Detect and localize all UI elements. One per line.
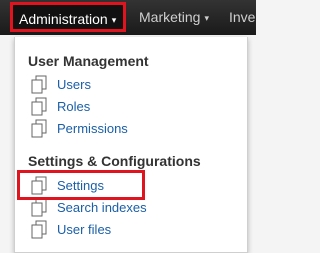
administration-dropdown-menu: User Management Users Roles Permissions … — [14, 37, 248, 253]
menu-link-label: Users — [57, 77, 91, 92]
menu-link-label: Search indexes — [57, 200, 147, 215]
nav-marketing-label: Marketing — [139, 9, 201, 25]
document-icon — [31, 119, 47, 138]
caret-down-icon: ▾ — [111, 15, 117, 25]
settings-highlight-box — [17, 170, 145, 200]
section-title-settings-configurations: Settings & Configurations — [28, 153, 201, 169]
top-navbar: Administration ▾ Marketing ▾ Inve — [0, 0, 256, 35]
nav-administration[interactable]: Administration ▾ — [10, 2, 126, 32]
nav-marketing[interactable]: Marketing ▾ — [139, 0, 209, 35]
document-icon — [31, 97, 47, 116]
document-icon — [31, 220, 47, 239]
menu-link-label: Roles — [57, 99, 91, 114]
section-title-user-management: User Management — [28, 53, 149, 69]
menu-link-label: Permissions — [57, 121, 128, 136]
nav-administration-label: Administration — [19, 11, 108, 27]
document-icon — [31, 198, 47, 217]
caret-down-icon: ▾ — [204, 13, 209, 23]
nav-inventory[interactable]: Inve — [229, 0, 255, 35]
nav-inventory-label: Inve — [229, 9, 256, 25]
menu-link-label: User files — [57, 222, 112, 237]
document-icon — [31, 75, 47, 94]
